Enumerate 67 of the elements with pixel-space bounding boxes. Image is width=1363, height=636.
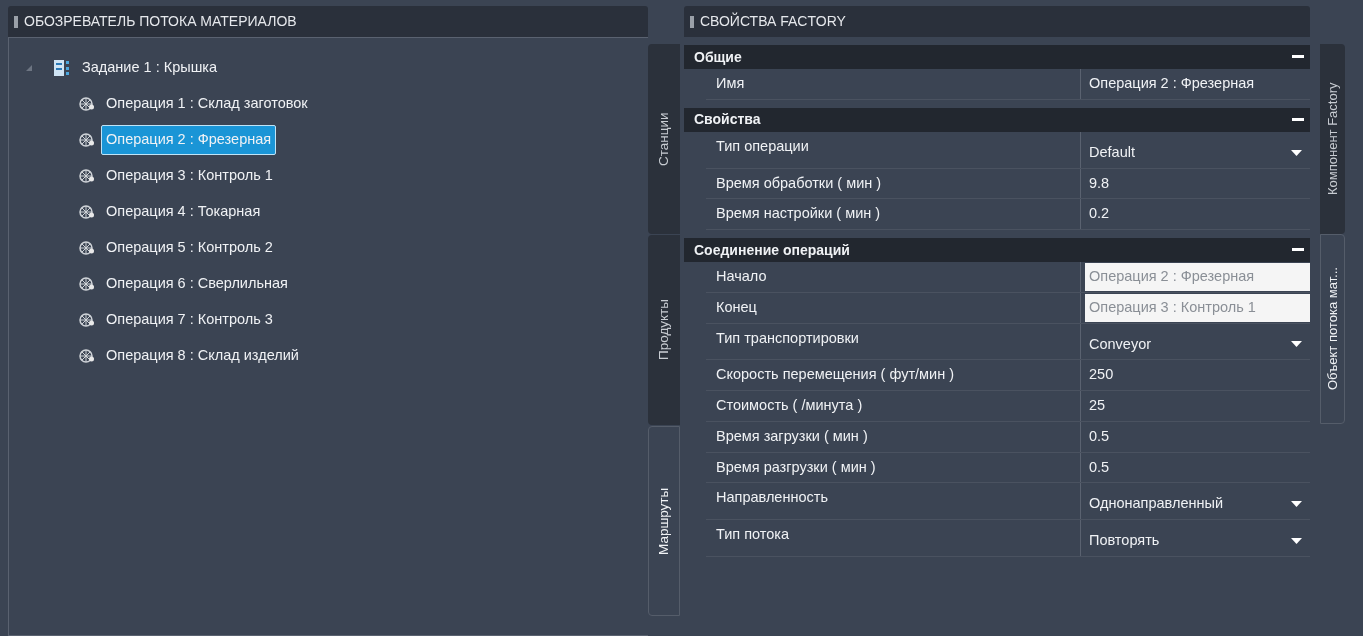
collapse-icon[interactable] — [1292, 248, 1304, 252]
dropdown[interactable]: Default — [1081, 131, 1310, 168]
property-name: Тип операции — [706, 131, 1081, 168]
section-header[interactable]: Общие — [684, 45, 1310, 69]
dropdown-value: Conveyor — [1089, 334, 1152, 354]
tab[interactable]: Станции — [648, 44, 680, 234]
property-name: Направленность — [706, 483, 1081, 519]
property-value: Операция 2 : Фрезерная — [1088, 74, 1256, 93]
tab[interactable]: Компонент Factory — [1320, 44, 1345, 234]
tree-item[interactable]: Задание 1 : Крышка — [77, 53, 222, 83]
property-name: Тип транспортировки — [706, 323, 1081, 360]
property-value: 0.2 — [1088, 204, 1111, 224]
gear-icon — [79, 96, 95, 112]
property-name: Время обработки ( мин ) — [706, 168, 1081, 199]
value-field: Операция 2 : Фрезерная — [1085, 263, 1310, 291]
property-name: Конец — [706, 292, 1081, 323]
caret-icon — [1291, 501, 1302, 508]
caret-icon — [1291, 537, 1302, 544]
property-name: Имя — [706, 69, 1081, 99]
section-title: Свойства — [694, 110, 761, 130]
caret-icon — [1291, 341, 1302, 348]
property-value: 25 — [1088, 396, 1107, 415]
gear-icon — [79, 312, 95, 328]
tab[interactable]: Объект потока мат... — [1320, 234, 1345, 424]
section-title: Соединение операций — [694, 240, 850, 260]
value-field: Операция 3 : Контроль 1 — [1085, 293, 1310, 322]
dropdown-value: Однонаправленный — [1089, 494, 1223, 514]
panel-title: ОБОЗРЕВАТЕЛЬ ПОТОКА МАТЕРИАЛОВ — [24, 12, 297, 31]
tree-item[interactable]: Операция 7 : Контроль 3 — [101, 305, 278, 335]
section-header[interactable]: Свойства — [684, 107, 1310, 132]
tab[interactable]: Продукты — [648, 235, 680, 425]
gear-icon — [79, 240, 95, 256]
dropdown-value: Default — [1089, 142, 1135, 162]
dropdown[interactable]: Conveyor — [1081, 323, 1310, 360]
property-value: 0.5 — [1088, 426, 1111, 446]
gear-icon — [79, 204, 95, 220]
dropdown[interactable]: Однонаправленный — [1081, 483, 1310, 519]
section-header[interactable]: Соединение операций — [684, 238, 1310, 262]
property-name: Время разгрузки ( мин ) — [706, 452, 1081, 483]
property-value: 0.5 — [1088, 457, 1111, 477]
panel-title: СВОЙСТВА FACTORY — [700, 11, 846, 31]
tree-item[interactable]: Операция 1 : Склад заготовок — [101, 89, 313, 119]
tree-item[interactable]: Операция 6 : Сверлильная — [101, 269, 293, 299]
collapse-icon[interactable] — [1292, 55, 1304, 59]
property-name: Начало — [706, 262, 1081, 292]
property-name: Скорость перемещения ( фут/мин ) — [706, 360, 1081, 390]
gear-icon — [79, 348, 95, 364]
section-title: Общие — [694, 47, 742, 67]
gear-icon — [79, 168, 95, 184]
collapse-icon[interactable] — [1292, 117, 1304, 122]
tree-item[interactable]: Операция 8 : Склад изделий — [101, 341, 304, 371]
property-name: Время загрузки ( мин ) — [706, 421, 1081, 452]
tree-item[interactable]: Операция 5 : Контроль 2 — [101, 233, 278, 263]
gear-icon — [79, 276, 95, 292]
tree-item[interactable]: Операция 3 : Контроль 1 — [101, 161, 278, 191]
tree-item[interactable]: Операция 4 : Токарная — [101, 197, 266, 227]
property-name: Стоимость ( /минута ) — [706, 391, 1081, 421]
dropdown-value: Повторять — [1089, 531, 1160, 550]
property-name: Время настройки ( мин ) — [706, 199, 1081, 229]
dropdown[interactable]: Повторять — [1081, 520, 1310, 556]
gear-icon — [79, 132, 95, 148]
property-value: 250 — [1088, 365, 1115, 385]
caret-icon — [1291, 149, 1302, 156]
property-name: Тип потока — [706, 520, 1081, 556]
document-icon — [53, 59, 71, 77]
tab[interactable]: Маршруты — [648, 426, 680, 616]
property-value: 9.8 — [1088, 173, 1111, 193]
